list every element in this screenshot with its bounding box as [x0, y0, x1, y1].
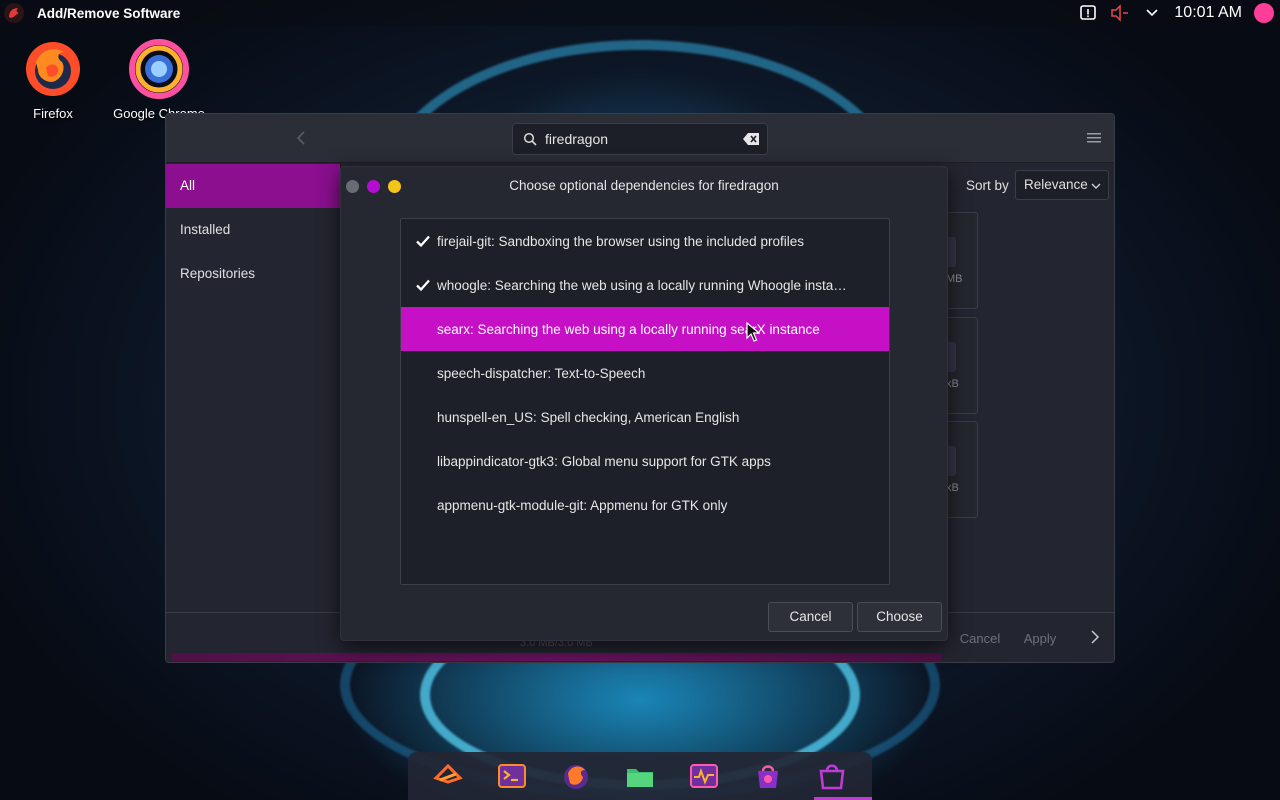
sort-select[interactable]: Relevance [1015, 170, 1109, 200]
desktop-icon-label: Firefox [33, 106, 73, 121]
window-headerbar [166, 114, 1114, 163]
clock[interactable]: 10:01 AM [1174, 4, 1242, 22]
search-input[interactable] [545, 131, 735, 147]
dock [408, 752, 872, 800]
add-remove-software-icon [819, 764, 845, 790]
active-app-title[interactable]: Add/Remove Software [37, 6, 180, 21]
category-sidebar: All Installed Repositories [166, 164, 341, 612]
desktop-icon-firefox[interactable]: Firefox [3, 38, 103, 121]
chevron-down-icon [1091, 183, 1101, 189]
dependency-row[interactable]: libappindicator-gtk3: Global menu suppor… [401, 439, 889, 483]
dependency-label: appmenu-gtk-module-git: Appmenu for GTK … [437, 498, 728, 513]
optional-dependencies-dialog: Choose optional dependencies for firedra… [340, 166, 948, 641]
dock-item-firedragon[interactable] [554, 754, 598, 798]
chevron-right-icon[interactable] [1088, 630, 1102, 644]
package-card[interactable]: kB [946, 317, 978, 414]
progress-bar [172, 653, 942, 661]
chrome-icon [128, 38, 190, 100]
dock-item-app-launcher[interactable] [426, 754, 470, 798]
dock-item-files[interactable] [618, 754, 662, 798]
package-card[interactable]: MB [946, 212, 978, 309]
transaction-cancel-button[interactable]: Cancel [954, 625, 1006, 653]
dependency-label: searx: Searching the web using a locally… [437, 322, 820, 337]
dependency-list: firejail-git: Sandboxing the browser usi… [400, 218, 890, 585]
choose-button[interactable]: Choose [857, 602, 942, 632]
user-avatar[interactable] [1254, 3, 1274, 23]
app-launcher-icon [433, 763, 463, 784]
package-card[interactable]: kB [946, 421, 978, 518]
dependency-row[interactable]: appmenu-gtk-module-git: Appmenu for GTK … [401, 483, 889, 527]
checkmark-icon [416, 235, 430, 248]
dependency-row-selected[interactable]: searx: Searching the web using a locally… [401, 307, 889, 351]
volume-muted-icon[interactable] [1110, 3, 1130, 23]
dock-item-add-remove-software[interactable] [810, 754, 872, 800]
dock-item-terminal[interactable] [490, 754, 534, 798]
dragon-logo-icon[interactable] [4, 3, 24, 23]
sort-selected-value: Relevance [1024, 177, 1088, 192]
search-icon [523, 132, 537, 146]
chevron-down-icon[interactable] [1142, 3, 1162, 23]
results-area-visible: Sort by Relevance MB kB kB [946, 164, 1114, 612]
dependency-label: libappindicator-gtk3: Global menu suppor… [437, 454, 771, 469]
back-button[interactable] [292, 128, 312, 148]
top-panel: Add/Remove Software 10:01 AM [0, 0, 1280, 26]
dock-item-software-store[interactable] [746, 754, 790, 798]
dock-item-system-monitor[interactable] [682, 754, 726, 798]
apply-button[interactable]: Apply [1014, 625, 1066, 653]
sidebar-item-repositories[interactable]: Repositories [166, 252, 340, 296]
dialog-titlebar: Choose optional dependencies for firedra… [341, 167, 947, 205]
package-size: MB [946, 273, 963, 285]
notification-icon[interactable] [1078, 3, 1098, 23]
software-store-icon [758, 765, 778, 788]
dependency-label: whoogle: Searching the web using a local… [437, 278, 851, 293]
firefox-icon [22, 38, 84, 100]
hamburger-menu-icon[interactable] [1086, 130, 1102, 146]
checkmark-icon [416, 279, 430, 292]
package-action-button[interactable] [948, 237, 956, 267]
files-icon [627, 769, 653, 787]
dependency-label: hunspell-en_US: Spell checking, American… [437, 410, 740, 425]
sort-label: Sort by [966, 178, 1009, 193]
dialog-title: Choose optional dependencies for firedra… [509, 178, 779, 193]
system-tray: 10:01 AM [1078, 0, 1274, 26]
system-monitor-icon [690, 764, 718, 788]
dependency-row[interactable]: hunspell-en_US: Spell checking, American… [401, 395, 889, 439]
clear-search-icon[interactable] [743, 133, 759, 145]
mouse-cursor-icon [746, 322, 760, 342]
sidebar-item-all[interactable]: All [166, 164, 340, 208]
firedragon-icon [564, 765, 588, 789]
package-action-button[interactable] [948, 342, 956, 372]
terminal-icon [498, 764, 526, 788]
desktop-icon-chrome[interactable]: Google Chrome [109, 38, 209, 121]
dependency-row[interactable]: whoogle: Searching the web using a local… [401, 263, 889, 307]
dependency-label: speech-dispatcher: Text-to-Speech [437, 366, 646, 381]
search-box[interactable] [512, 123, 768, 155]
cancel-button[interactable]: Cancel [768, 602, 853, 632]
dependency-label: firejail-git: Sandboxing the browser usi… [437, 234, 804, 249]
sidebar-item-installed[interactable]: Installed [166, 208, 340, 252]
dependency-row[interactable]: speech-dispatcher: Text-to-Speech [401, 351, 889, 395]
dependency-row[interactable]: firejail-git: Sandboxing the browser usi… [401, 219, 889, 263]
package-action-button[interactable] [948, 446, 956, 476]
